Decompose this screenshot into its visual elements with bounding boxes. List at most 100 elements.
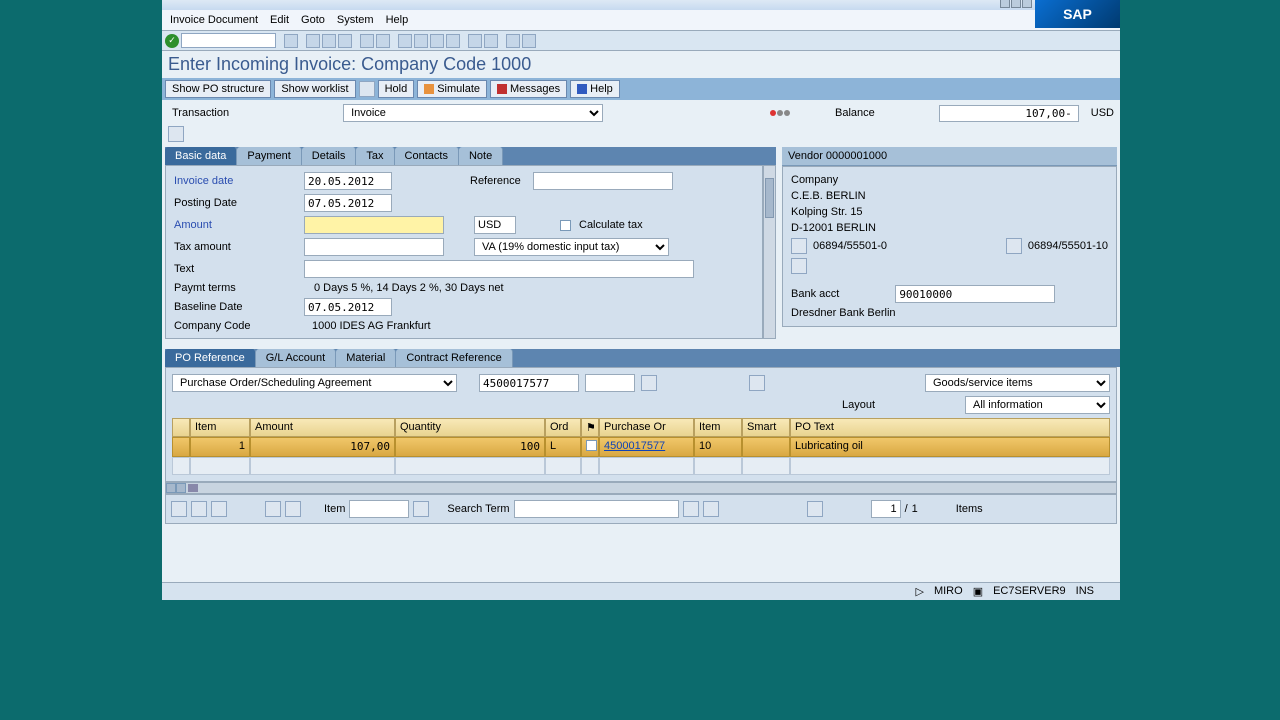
hold-button[interactable]: Hold [378, 80, 415, 98]
next-page-icon[interactable] [430, 34, 444, 48]
grid-cell-unit[interactable]: L [545, 437, 581, 457]
footer-item-input[interactable] [349, 500, 409, 518]
grid-header-select [172, 418, 190, 437]
search-term-input[interactable] [514, 500, 679, 518]
tab-contacts[interactable]: Contacts [395, 147, 459, 165]
close-icon[interactable] [1022, 0, 1032, 8]
tab-material[interactable]: Material [336, 349, 396, 367]
help-button[interactable]: Help [570, 80, 620, 98]
layout-select[interactable]: All information [965, 396, 1110, 414]
balance-status-icon [770, 110, 791, 116]
calculate-tax-checkbox[interactable] [560, 220, 571, 231]
grid-header-smart: Smart [742, 418, 790, 437]
tab-note[interactable]: Note [459, 147, 503, 165]
tab-contract-reference[interactable]: Contract Reference [396, 349, 512, 367]
delete-row-icon[interactable] [211, 501, 227, 517]
grid-cell-potext[interactable]: Lubricating oil [790, 437, 1110, 457]
menu-edit[interactable]: Edit [266, 12, 293, 28]
new-session-icon[interactable] [468, 34, 482, 48]
grid-cell-amount[interactable]: 107,00 [250, 437, 395, 457]
tab-payment[interactable]: Payment [237, 147, 301, 165]
deselect-all-icon[interactable] [191, 501, 207, 517]
simulate-button[interactable]: Simulate [417, 80, 487, 98]
page-up-icon[interactable] [807, 501, 823, 517]
sort-asc-icon[interactable] [265, 501, 281, 517]
min-icon[interactable] [1000, 0, 1010, 8]
page-current-input[interactable] [871, 500, 901, 518]
menu-goto[interactable]: Goto [297, 12, 329, 28]
grid-cell-check[interactable] [581, 437, 599, 457]
baseline-date-label: Baseline Date [170, 301, 300, 313]
show-worklist-button[interactable]: Show worklist [274, 80, 355, 98]
command-field[interactable] [181, 33, 276, 48]
posting-date-input[interactable] [304, 194, 392, 212]
invoice-date-input[interactable] [304, 172, 392, 190]
grid-hscrollbar[interactable] [165, 482, 1117, 494]
tax-code-select[interactable]: VA (19% domestic input tax) [474, 238, 669, 256]
first-page-icon[interactable] [398, 34, 412, 48]
item-search-icon[interactable] [413, 501, 429, 517]
grid-row-selector[interactable] [172, 437, 190, 457]
grid-empty-row[interactable] [172, 457, 190, 475]
find-next-icon[interactable] [703, 501, 719, 517]
po-item-input[interactable] [585, 374, 635, 392]
shortcut-icon[interactable] [484, 34, 498, 48]
phone-icon[interactable] [791, 238, 807, 254]
find-icon[interactable] [683, 501, 699, 517]
menu-system[interactable]: System [333, 12, 378, 28]
po-number-input[interactable] [479, 374, 579, 392]
print-icon[interactable] [360, 34, 374, 48]
grid-cell-item2[interactable]: 10 [694, 437, 742, 457]
reference-input[interactable] [533, 172, 673, 190]
select-all-icon[interactable] [171, 501, 187, 517]
reference-type-select[interactable]: Purchase Order/Scheduling Agreement [172, 374, 457, 392]
po-search-icon[interactable] [641, 375, 657, 391]
transaction-select[interactable]: Invoice [343, 104, 603, 122]
tab-gl-account[interactable]: G/L Account [256, 349, 337, 367]
menu-help[interactable]: Help [382, 12, 413, 28]
back-icon[interactable] [306, 34, 320, 48]
grid-cell-smart[interactable] [742, 437, 790, 457]
prev-page-icon[interactable] [414, 34, 428, 48]
baseline-date-input[interactable] [304, 298, 392, 316]
grid-cell-po[interactable]: 4500017577 [599, 437, 694, 457]
footer-item-label: Item [324, 503, 345, 515]
grid-cell-quantity[interactable]: 100 [395, 437, 545, 457]
enter-icon[interactable]: ✓ [165, 34, 179, 48]
layout-icon[interactable] [522, 34, 536, 48]
app-toolbar: Show PO structure Show worklist Hold Sim… [162, 78, 1120, 100]
reference-label: Reference [470, 175, 521, 187]
status-tcode: MIRO [934, 585, 963, 598]
amount-input[interactable] [304, 216, 444, 234]
help-icon[interactable] [506, 34, 520, 48]
tab-basic-data[interactable]: Basic data [165, 147, 237, 165]
goods-service-select[interactable]: Goods/service items [925, 374, 1110, 392]
vendor-display-icon[interactable] [791, 258, 807, 274]
basic-scrollbar[interactable] [763, 165, 776, 339]
messages-button[interactable]: Messages [490, 80, 567, 98]
tax-amount-input[interactable] [304, 238, 444, 256]
save-icon[interactable] [284, 34, 298, 48]
cancel-icon[interactable] [338, 34, 352, 48]
menu-invoice-document[interactable]: Invoice Document [166, 12, 262, 28]
text-input[interactable] [304, 260, 694, 278]
last-page-icon[interactable] [446, 34, 460, 48]
grid-header-item: Item [190, 418, 250, 437]
sort-desc-icon[interactable] [285, 501, 301, 517]
grid-cell-item[interactable]: 1 [190, 437, 250, 457]
tab-details[interactable]: Details [302, 147, 357, 165]
tab-tax[interactable]: Tax [356, 147, 394, 165]
max-icon[interactable] [1011, 0, 1021, 8]
show-po-structure-button[interactable]: Show PO structure [165, 80, 271, 98]
bank-acct-input[interactable] [895, 285, 1055, 303]
find-icon[interactable] [376, 34, 390, 48]
status-mode: INS [1076, 585, 1094, 598]
po-list-icon[interactable] [749, 375, 765, 391]
expand-icon[interactable] [168, 126, 184, 142]
exit-icon[interactable] [322, 34, 336, 48]
currency-input[interactable] [474, 216, 516, 234]
other-invoice-icon[interactable] [359, 81, 375, 97]
company-code-label: Company Code [170, 320, 300, 332]
fax-icon[interactable] [1006, 238, 1022, 254]
tab-po-reference[interactable]: PO Reference [165, 349, 256, 367]
